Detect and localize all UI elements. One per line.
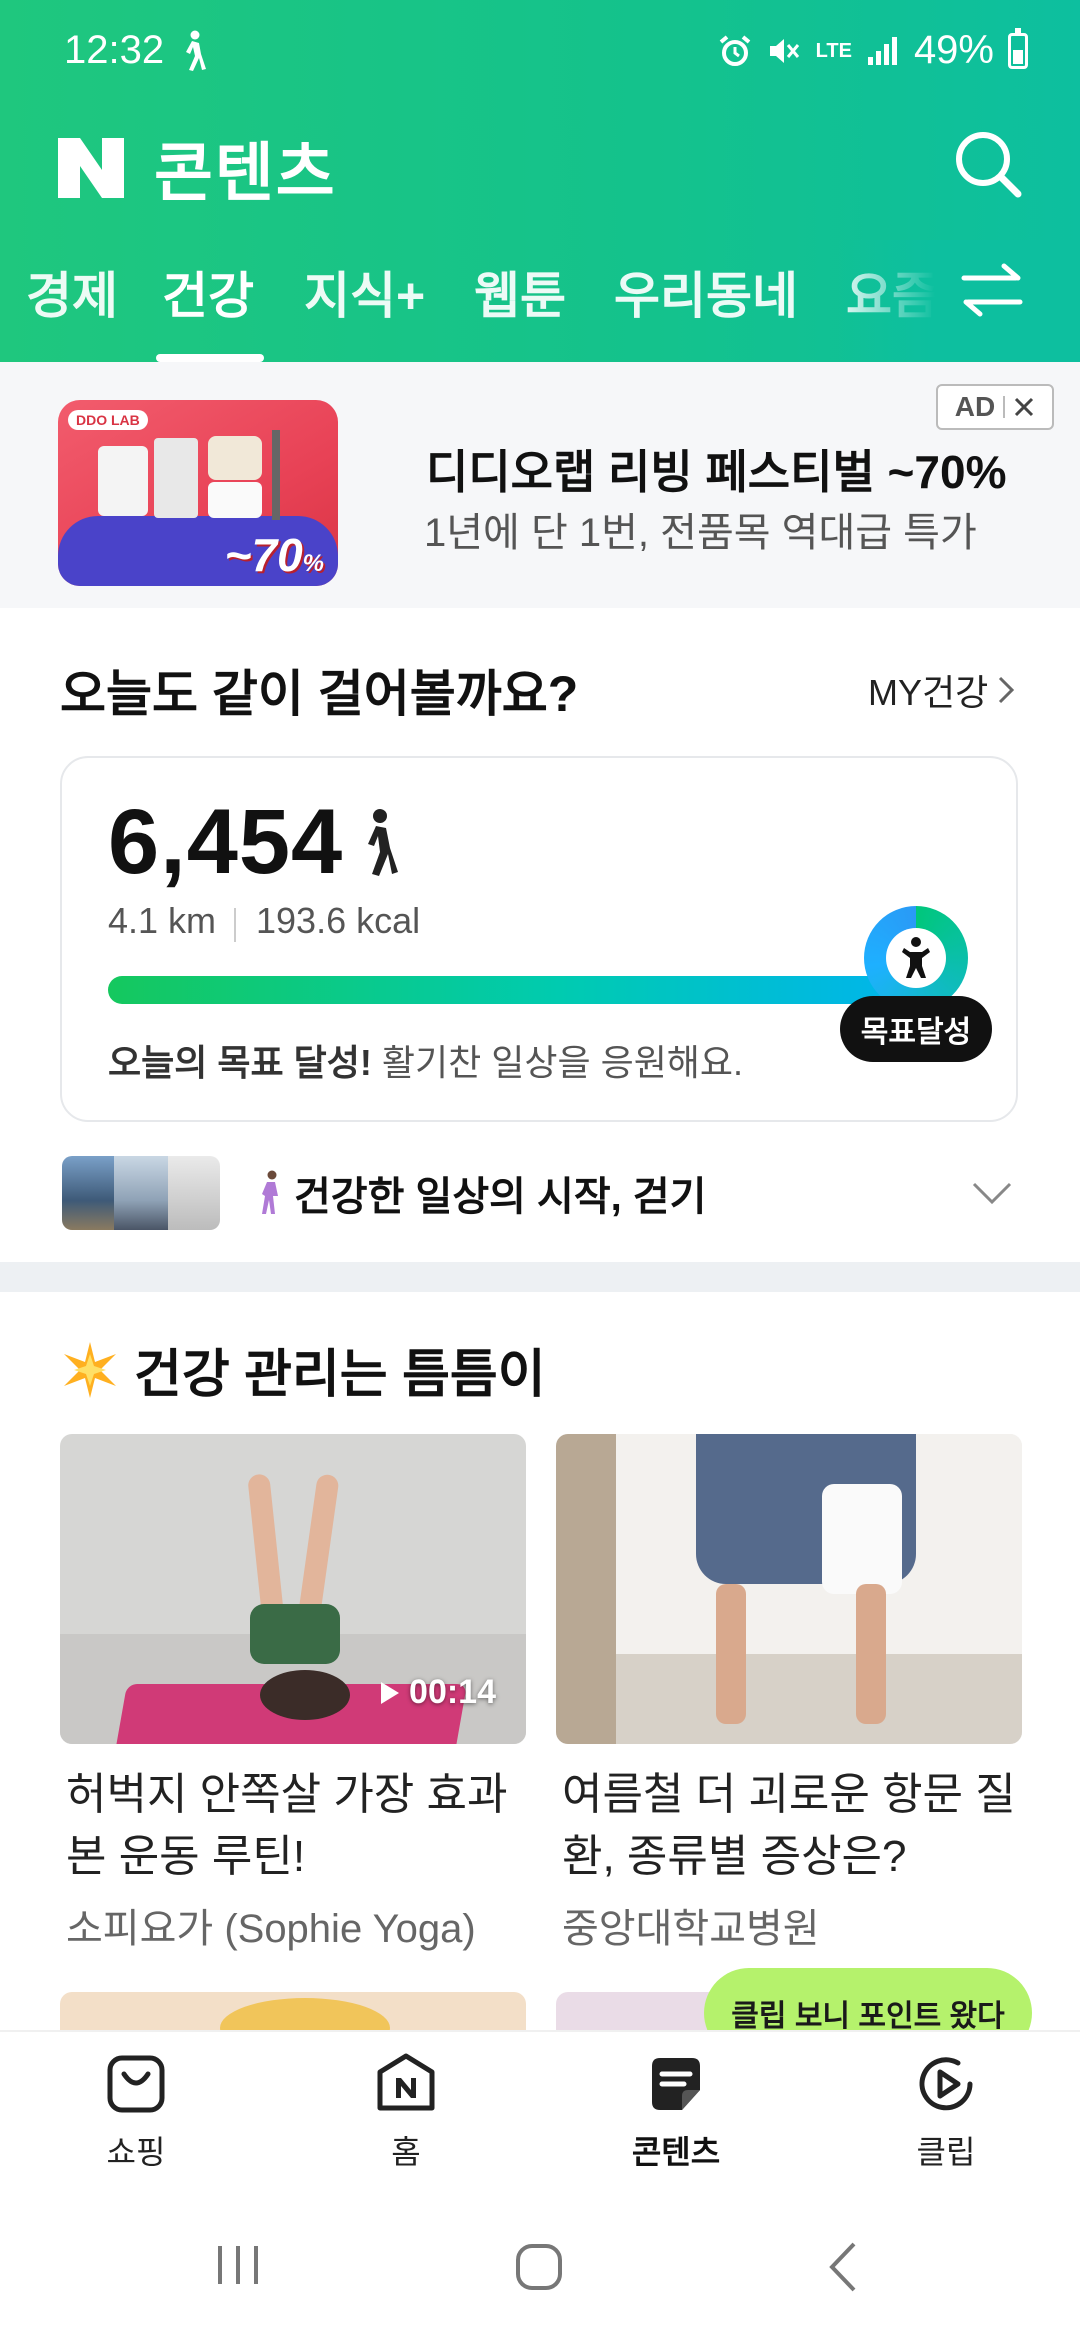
- nav-label: 쇼핑: [106, 2134, 166, 2170]
- walk-topic[interactable]: 건강한 일상의 시작, 걷기: [258, 1164, 706, 1222]
- recent-apps-icon[interactable]: [214, 2242, 262, 2288]
- walk-topic-title: 건강한 일상의 시작, 걷기: [294, 1175, 707, 1219]
- battery-percent: 49%: [913, 28, 994, 72]
- ad-image[interactable]: DDO LAB ~70%: [58, 400, 338, 586]
- signal-icon: [867, 36, 897, 65]
- ad-label: AD: [954, 391, 996, 422]
- my-health-label: MY건강: [868, 672, 989, 713]
- nav-shopping[interactable]: 쇼핑: [66, 2052, 206, 2173]
- search-icon[interactable]: [952, 128, 1024, 200]
- video-thumbnail[interactable]: 00:14: [60, 1434, 526, 1744]
- battery-icon: [1008, 27, 1028, 69]
- sparkle-star-icon: [64, 1341, 116, 1398]
- card-thumbnail-peek[interactable]: [60, 1992, 526, 2032]
- nav-label: 홈: [391, 2134, 421, 2170]
- nav-label: 클립: [916, 2134, 976, 2170]
- nav-clip[interactable]: 클립: [876, 2052, 1016, 2173]
- nav-label: 콘텐츠: [631, 2134, 721, 2170]
- mute-icon: [769, 38, 799, 63]
- ad-title[interactable]: 디디오랩 리빙 페스티벌 ~70%: [426, 436, 1006, 502]
- walking-icon: [368, 809, 398, 876]
- walking-woman-icon: [262, 1170, 278, 1214]
- status-icons: LTE 49%: [718, 27, 1028, 73]
- walk-topic-thumbnails[interactable]: [62, 1156, 220, 1230]
- ad-discount: ~70: [224, 529, 303, 581]
- step-count: 6,454: [108, 791, 344, 893]
- nav-home[interactable]: 홈: [336, 2052, 476, 2173]
- clip-play-icon: [919, 2057, 973, 2111]
- tab-neighborhood[interactable]: 우리동네: [614, 256, 798, 328]
- tab-fade: [838, 240, 1080, 360]
- goal-achieved-badge: 목표달성: [840, 996, 992, 1062]
- calories: 193.6 kcal: [256, 900, 421, 941]
- system-navigation-bar: [0, 2200, 1080, 2340]
- card-title[interactable]: 허벅지 안쪽살 가장 효과본 운동 루틴!: [66, 1764, 546, 1888]
- ad-badge[interactable]: AD: [936, 384, 1054, 430]
- stat-divider: [234, 908, 236, 942]
- tab-economy[interactable]: 경제: [26, 256, 118, 328]
- health-heading: 건강 관리는 틈틈이: [60, 1332, 546, 1407]
- alarm-icon: [719, 34, 750, 66]
- tab-health[interactable]: 건강: [162, 256, 254, 328]
- ad-brand-logo: DDO LAB: [68, 410, 148, 430]
- contents-icon: [652, 2058, 700, 2110]
- section-divider: [0, 1262, 1080, 1292]
- chevron-down-icon[interactable]: [970, 1180, 1014, 1206]
- ad-discount-unit: %: [302, 550, 324, 577]
- article-thumbnail[interactable]: [556, 1434, 1022, 1744]
- distance: 4.1 km: [108, 900, 217, 941]
- naver-logo[interactable]: [58, 138, 124, 198]
- goal-achieved-icon: [886, 928, 946, 988]
- play-icon: [381, 1681, 400, 1704]
- active-tab-indicator: [156, 354, 264, 362]
- goal-message-rest: 활기찬 일상을 응원해요.: [371, 1042, 744, 1083]
- walking-status-icon: [178, 30, 208, 77]
- nav-contents[interactable]: 콘텐츠: [606, 2052, 746, 2173]
- back-icon[interactable]: [826, 2240, 860, 2294]
- video-duration: 00:14: [379, 1673, 496, 1712]
- status-time: 12:32: [64, 28, 165, 72]
- card-title[interactable]: 여름철 더 괴로운 항문 질환, 종류별 증상은?: [562, 1764, 1042, 1888]
- network-type: LTE: [815, 39, 852, 62]
- step-progress-bar: [108, 976, 928, 1004]
- close-icon[interactable]: [1013, 396, 1035, 418]
- page-title: 콘텐츠: [154, 137, 337, 209]
- card-source[interactable]: 중앙대학교병원: [562, 1896, 820, 1954]
- video-duration-text: 00:14: [409, 1673, 496, 1711]
- swap-arrows-icon[interactable]: [960, 262, 1024, 318]
- chevron-right-icon: [999, 676, 1015, 704]
- ad-subtitle[interactable]: 1년에 단 1번, 전품목 역대급 특가: [424, 500, 977, 558]
- shopping-bag-icon: [107, 2055, 165, 2113]
- tab-webtoon[interactable]: 웹툰: [474, 256, 566, 328]
- home-button-icon[interactable]: [514, 2242, 564, 2292]
- health-heading-text: 건강 관리는 틈틈이: [134, 1346, 546, 1404]
- card-source[interactable]: 소피요가 (Sophie Yoga): [66, 1896, 476, 1954]
- walk-heading: 오늘도 같이 걸어볼까요?: [60, 666, 579, 722]
- my-health-link[interactable]: MY건강: [868, 664, 1016, 716]
- naver-home-icon: [377, 2053, 435, 2111]
- goal-message-bold: 오늘의 목표 달성!: [108, 1042, 372, 1083]
- goal-message: 오늘의 목표 달성! 활기찬 일상을 응원해요.: [108, 1034, 743, 1086]
- tab-knowledge[interactable]: 지식+: [304, 256, 425, 328]
